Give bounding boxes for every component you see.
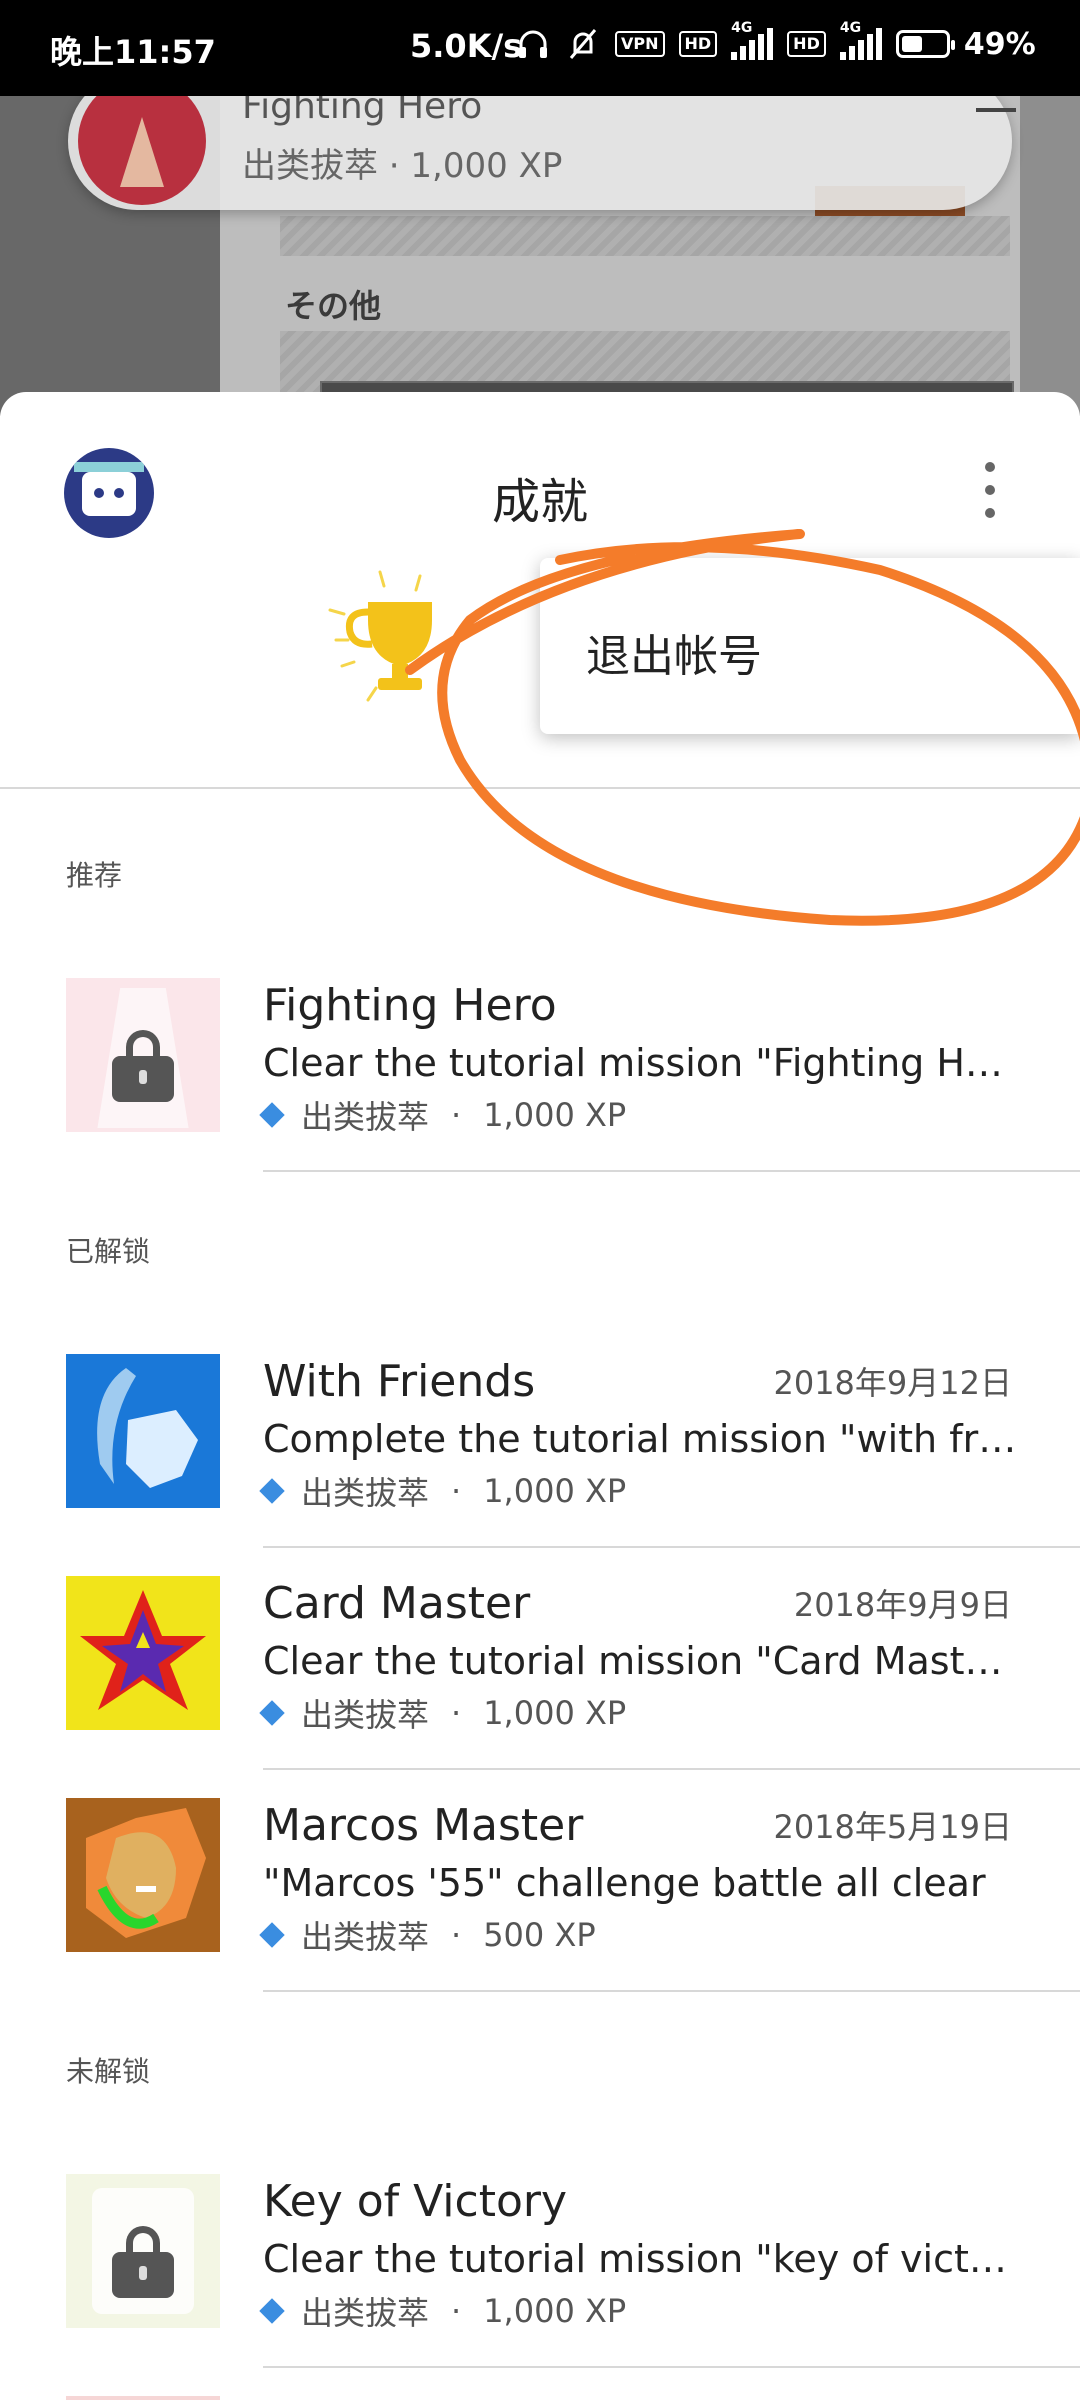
achievement-meta: 出类拔萃 · 1,000 XP	[259, 1092, 627, 1138]
achievement-locked-thumbnail	[66, 2174, 220, 2328]
collapse-icon[interactable]	[976, 108, 1016, 112]
rank-diamond-icon	[259, 1922, 285, 1948]
notification-badge-icon	[78, 77, 206, 205]
achievement-meta: 出类拔萃 · 1,000 XP	[259, 1468, 627, 1514]
achievement-xp: 1,000 XP	[483, 2292, 627, 2330]
separator-dot: ·	[451, 1096, 462, 1134]
marcos-master-thumbnail	[66, 1798, 220, 1952]
rank-diamond-icon	[259, 2298, 285, 2324]
achievement-xp: 1,000 XP	[483, 1472, 627, 1510]
page-title: 成就	[491, 474, 588, 530]
status-icons: VPN HD 4G HD 4G 49%	[515, 20, 1036, 62]
more-options-icon[interactable]	[975, 460, 1005, 520]
header-divider	[0, 787, 1080, 789]
achievement-description: "Marcos '55" challenge battle all clear	[263, 1861, 986, 1905]
rank-diamond-icon	[259, 1478, 285, 1504]
background-other-label: その他	[285, 287, 382, 325]
achievement-rank: 出类拔萃	[301, 1696, 430, 1734]
achievement-title: Key of Victory	[263, 2176, 568, 2227]
hd-icon-2: HD	[787, 31, 826, 57]
section-locked: 未解锁	[66, 2055, 151, 2088]
section-recommended: 推荐	[66, 859, 123, 892]
separator-dot: ·	[451, 1472, 462, 1510]
rank-diamond-icon	[259, 1102, 285, 1128]
achievement-row[interactable]: Marcos Master 2018年5月19日 "Marcos '55" ch…	[0, 1798, 1080, 2018]
battery-icon	[895, 30, 955, 58]
menu-item-sign-out[interactable]: 退出帐号	[586, 620, 762, 684]
row-divider	[263, 1546, 1080, 1548]
signal-icon-2: 4G	[839, 20, 882, 60]
battery-level	[901, 36, 923, 52]
headphones-icon	[519, 30, 547, 58]
achievement-date: 2018年5月19日	[773, 1808, 1012, 1846]
achievement-description: Complete the tutorial mission "with fr…	[263, 1417, 1017, 1461]
vpn-icon: VPN	[615, 31, 665, 57]
separator-dot: ·	[451, 1916, 462, 1954]
achievement-description: Clear the tutorial mission "key of vict…	[263, 2237, 1007, 2281]
achievement-description: Clear the tutorial mission "Fighting H…	[263, 1041, 1003, 1085]
achievement-locked-thumbnail	[66, 978, 220, 1132]
achievement-date: 2018年9月9日	[793, 1586, 1012, 1624]
row-divider	[263, 1170, 1080, 1172]
lock-icon	[112, 2226, 174, 2298]
mute-bell-icon	[569, 29, 597, 59]
achievement-rank: 出类拔萃	[301, 2294, 430, 2332]
status-time: 晚上11:57	[50, 33, 216, 71]
net-speed: 5.0K/s	[410, 27, 523, 65]
network-type: 4G	[731, 20, 753, 36]
achievement-xp: 500 XP	[483, 1916, 596, 1954]
lock-icon	[112, 1030, 174, 1102]
next-thumbnail-edge	[66, 2396, 220, 2400]
achievement-row[interactable]: Card Master 2018年9月9日 Clear the tutorial…	[0, 1576, 1080, 1796]
overflow-menu: 退出帐号	[540, 558, 1080, 734]
background-stripe	[280, 216, 1010, 256]
achievement-title: With Friends	[263, 1356, 536, 1407]
network-type-2: 4G	[839, 20, 862, 36]
signal-icon: 4G	[731, 20, 774, 60]
row-divider	[263, 1990, 1080, 1992]
notification-subtitle: 出类拔萃 · 1,000 XP	[242, 146, 563, 186]
row-divider	[263, 1768, 1080, 1770]
achievement-meta: 出类拔萃 · 1,000 XP	[259, 1690, 627, 1736]
achievement-rank: 出类拔萃	[301, 1474, 430, 1512]
trophy-icon	[328, 570, 432, 702]
section-unlocked: 已解锁	[66, 1235, 151, 1268]
achievement-meta: 出类拔萃 · 1,000 XP	[259, 2288, 627, 2334]
separator-dot: ·	[451, 1694, 462, 1732]
status-bar: 晚上11:57 5.0K/s VPN HD 4G HD 4G 49%	[0, 0, 1080, 96]
achievement-row[interactable]: Key of Victory Clear the tutorial missio…	[0, 2174, 1080, 2394]
hd-icon: HD	[678, 31, 718, 57]
achievement-row[interactable]: With Friends 2018年9月12日 Complete the tut…	[0, 1354, 1080, 1574]
with-friends-thumbnail	[66, 1354, 220, 1508]
achievement-xp: 1,000 XP	[483, 1694, 627, 1732]
achievement-date: 2018年9月12日	[773, 1364, 1012, 1402]
battery-percent: 49%	[963, 26, 1036, 62]
achievement-title: Marcos Master	[263, 1800, 584, 1851]
achievement-xp: 1,000 XP	[483, 1096, 627, 1134]
achievement-title: Card Master	[263, 1578, 531, 1629]
achievement-meta: 出类拔萃 · 500 XP	[259, 1912, 596, 1958]
achievement-title: Fighting Hero	[263, 980, 557, 1031]
achievement-rank: 出类拔萃	[301, 1098, 430, 1136]
achievement-rank: 出类拔萃	[301, 1918, 430, 1956]
achievement-row[interactable]: Fighting Hero Clear the tutorial mission…	[0, 978, 1080, 1198]
row-divider	[263, 2366, 1080, 2368]
separator-dot: ·	[451, 2292, 462, 2330]
achievement-description: Clear the tutorial mission "Card Mast…	[263, 1639, 1003, 1683]
card-master-thumbnail	[66, 1576, 220, 1730]
rank-diamond-icon	[259, 1700, 285, 1726]
